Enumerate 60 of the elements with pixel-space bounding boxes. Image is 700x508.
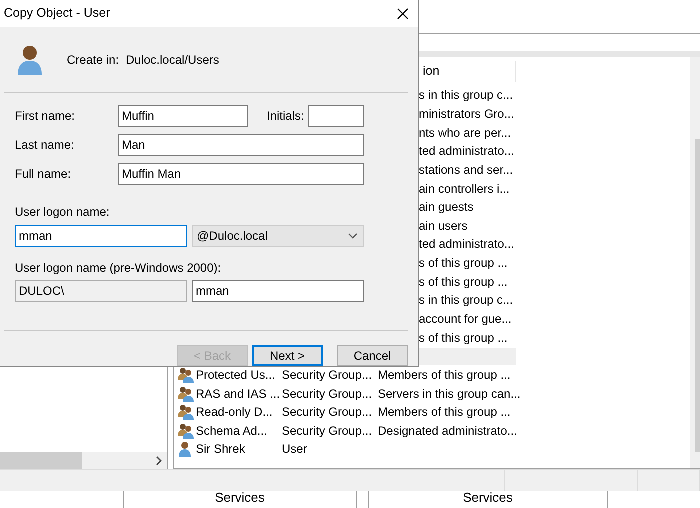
domain-dropdown[interactable]: @Duloc.local (192, 225, 364, 247)
taskbar-item[interactable]: Services (123, 491, 357, 508)
group-icon (178, 404, 195, 420)
type-cell-text: Security Group... (282, 404, 372, 422)
group-icon (178, 386, 195, 402)
logon-name-field[interactable]: mman (15, 225, 187, 247)
group-icon (178, 422, 195, 439)
description-cell-text: Members of this group ... (378, 366, 511, 384)
name-cell[interactable]: Sir Shrek (196, 440, 246, 458)
description-cell-text: ain controllers i... (419, 180, 510, 198)
field-label: Full name: (15, 166, 72, 183)
chevron-down-icon (348, 233, 358, 239)
type-cell-text: Security Group... (282, 386, 372, 403)
create-in-label: Create in: (67, 52, 120, 68)
next-button[interactable]: Next > (252, 345, 323, 366)
user-icon (17, 44, 43, 74)
description-cell-text: stations and ser... (419, 162, 514, 179)
description-cell-text: nts who are per... (419, 124, 512, 142)
name-cell[interactable]: RAS and IAS ... (196, 384, 280, 403)
field-label: User logon name: (15, 204, 111, 221)
description-cell-text: ain users (419, 218, 468, 235)
cancel-button[interactable]: Cancel (337, 345, 408, 366)
name-cell[interactable]: Protected Us... (196, 366, 276, 384)
horizontal-scrollbar[interactable] (0, 452, 167, 469)
description-cell-text: s of this group ... (419, 274, 508, 291)
description-cell-text: s in this group c... (419, 87, 514, 104)
first-name-field[interactable]: Muffin (118, 105, 248, 127)
window-title: Copy Object - User (4, 5, 110, 22)
description-cell-text: account for gue... (419, 311, 512, 328)
taskbar-item[interactable]: Services (368, 491, 608, 508)
name-cell[interactable]: Schema Ad... (196, 422, 268, 440)
pre2000-logon-field[interactable]: mman (192, 280, 364, 302)
scroll-right-icon[interactable] (155, 456, 163, 466)
description-cell-text: Designated administrato... (378, 422, 518, 440)
description-cell-text: ted administrato... (419, 236, 514, 254)
description-cell-text: s of this group ... (419, 330, 508, 347)
full-name-field[interactable]: Muffin Man (118, 163, 364, 185)
field-label: Initials: (267, 108, 306, 125)
name-cell[interactable]: Read-only D... (196, 403, 273, 422)
group-icon (178, 366, 195, 383)
description-cell-text: Servers in this group can... (378, 386, 521, 403)
description-cell-text: Members of this group ... (378, 404, 511, 422)
description-cell-text: s in this group c... (419, 292, 514, 310)
domain-field[interactable]: DULOC\ (15, 280, 187, 302)
field-label: First name: (15, 108, 76, 125)
description-cell-text: ain guests (419, 199, 474, 216)
field-label: User logon name (pre-Windows 2000): (15, 260, 222, 277)
user-icon (178, 441, 192, 458)
initials-field[interactable] (308, 105, 364, 127)
description-cell-text: ministrators Gro... (419, 106, 514, 123)
create-in-path: Duloc.local/Users (126, 52, 220, 68)
last-name-field[interactable]: Man (118, 134, 364, 156)
description-cell-text: s of this group ... (419, 255, 508, 272)
type-cell-text: User (282, 441, 308, 458)
close-icon[interactable] (397, 8, 409, 20)
description-cell-text: ted administrato... (419, 143, 514, 160)
selected-row[interactable] (418, 348, 516, 365)
field-label: Last name: (15, 137, 76, 154)
type-cell-text: Security Group... (282, 366, 372, 384)
type-cell-text: Security Group... (282, 422, 372, 440)
